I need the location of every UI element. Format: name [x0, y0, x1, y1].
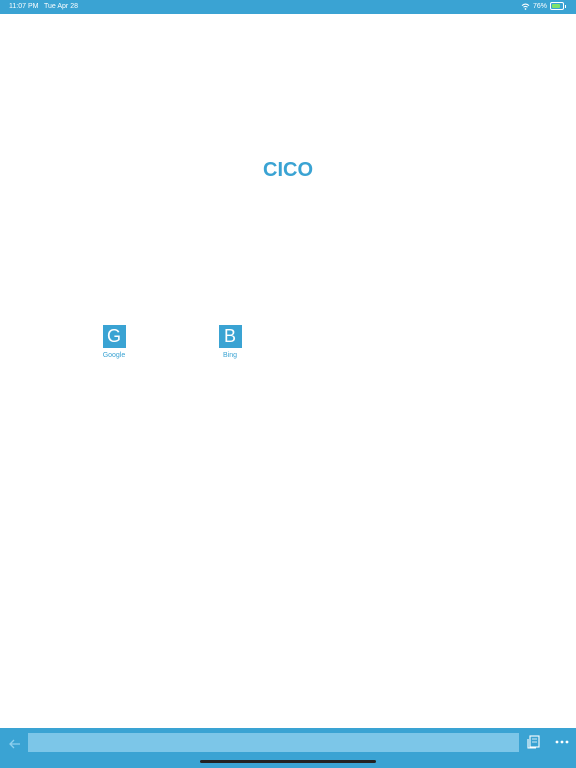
back-arrow-icon[interactable]: [8, 737, 22, 751]
shortcut-bing[interactable]: B Bing: [210, 325, 250, 359]
battery-icon: [550, 2, 564, 10]
more-icon[interactable]: [553, 734, 571, 750]
shortcut-google[interactable]: G Google: [94, 325, 134, 359]
battery-tip: [565, 4, 566, 8]
status-time: 11:07 PM: [9, 3, 39, 10]
status-date: Tue Apr 28: [44, 3, 78, 10]
status-bar: 11:07 PM Tue Apr 28 76%: [0, 0, 576, 14]
battery-percent: 76%: [532, 2, 547, 10]
wifi-icon: [521, 3, 530, 10]
shortcut-label-bing: Bing: [222, 352, 237, 359]
bing-tile-icon[interactable]: B: [218, 325, 242, 348]
tabs-icon[interactable]: [526, 734, 542, 750]
battery-fill: [552, 4, 560, 8]
shortcut-label-google: Google: [102, 352, 126, 359]
address-bar-input[interactable]: [28, 733, 519, 752]
page-title: CICO: [263, 159, 313, 181]
status-indicators: 76%: [521, 2, 566, 10]
home-indicator[interactable]: [200, 760, 376, 763]
google-tile-icon[interactable]: G: [102, 325, 126, 348]
